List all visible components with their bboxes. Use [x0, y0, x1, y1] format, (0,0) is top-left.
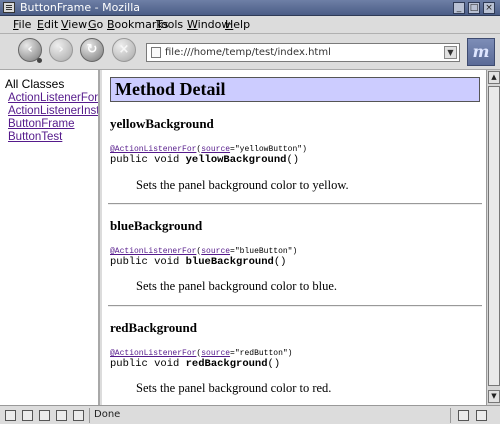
method-name: redBackground: [110, 320, 197, 335]
mozilla-throbber-icon[interactable]: m: [467, 38, 495, 66]
method-name: blueBackground: [110, 218, 203, 233]
class-link[interactable]: ActionListenerInstaller: [8, 105, 98, 117]
navigator-icon[interactable]: [5, 410, 16, 421]
address-book-icon[interactable]: [56, 410, 67, 421]
menu-go-rest: o: [96, 18, 104, 31]
content-frame: Method Detail yellowBackground @ActionLi…: [102, 70, 486, 405]
minimize-icon[interactable]: _: [453, 2, 465, 14]
composer-icon[interactable]: [39, 410, 50, 421]
status-bar: Done: [0, 405, 500, 424]
annotation-value: "blueButton": [234, 247, 293, 256]
annotation-link[interactable]: @ActionListenerFor: [110, 145, 196, 154]
mail-icon[interactable]: [22, 410, 33, 421]
annotation-link[interactable]: @ActionListenerFor: [110, 349, 196, 358]
sig-prefix: public void: [110, 358, 186, 370]
divider: [108, 203, 482, 205]
menu-tools[interactable]: Tools: [156, 18, 183, 31]
paren-close: ): [292, 247, 298, 256]
menu-bar: File Edit View Go Bookmarks Tools Window…: [0, 16, 500, 34]
close-icon[interactable]: ×: [483, 2, 495, 14]
annotation-param-link[interactable]: source: [201, 247, 230, 256]
status-divider: [89, 408, 90, 423]
paren-close: ): [302, 145, 307, 154]
annotation-value: "yellowButton": [234, 145, 303, 154]
divider: [108, 305, 482, 307]
stop-icon[interactable]: ×: [112, 38, 136, 62]
annotation-param-link[interactable]: source: [201, 145, 230, 154]
menu-window[interactable]: Window: [187, 18, 230, 31]
vertical-scrollbar[interactable]: ▲ ▼: [486, 70, 500, 405]
menu-file-rest: ile: [18, 18, 32, 31]
class-link[interactable]: ButtonFrame: [8, 118, 74, 130]
forward-arrow-icon[interactable]: ›: [49, 38, 73, 62]
annotation-line: @ActionListenerFor(source="yellowButton"…: [110, 145, 307, 154]
method-signature: public void redBackground(): [110, 358, 280, 370]
maximize-icon[interactable]: □: [468, 2, 480, 14]
method-description: Sets the panel background color to blue.: [136, 279, 337, 293]
address-bar[interactable]: ▼: [146, 43, 460, 62]
all-classes-heading: All Classes: [5, 77, 65, 91]
menu-edit-rest: dit: [43, 18, 59, 31]
chat-icon[interactable]: [73, 410, 84, 421]
menu-edit[interactable]: Edit: [37, 18, 58, 31]
window-title: ButtonFrame - Mozilla: [20, 1, 140, 14]
annotation-line: @ActionListenerFor(source="redButton"): [110, 349, 292, 358]
method-detail-heading: Method Detail: [110, 77, 480, 102]
scroll-down-icon[interactable]: ▼: [488, 390, 500, 403]
method-description: Sets the panel background color to yello…: [136, 178, 349, 192]
method-signature: public void yellowBackground(): [110, 154, 299, 166]
back-history-dropdown[interactable]: [37, 58, 42, 63]
scroll-up-icon[interactable]: ▲: [488, 71, 500, 84]
status-divider: [450, 408, 451, 423]
sig-name: redBackground: [185, 358, 268, 370]
url-input[interactable]: [165, 45, 435, 60]
method-signature: public void blueBackground(): [110, 256, 286, 268]
window-menu-icon[interactable]: [3, 2, 15, 13]
scroll-thumb[interactable]: [488, 86, 500, 386]
menu-go[interactable]: Go: [88, 18, 103, 31]
sig-prefix: public void: [110, 154, 186, 166]
sig-name: blueBackground: [185, 256, 274, 268]
title-bar: ButtonFrame - Mozilla _ □ ×: [0, 0, 500, 16]
class-list-frame: All Classes ActionListenerFor ActionList…: [0, 70, 100, 405]
menu-tools-rest: ools: [160, 18, 184, 31]
paren-close: ): [287, 349, 293, 358]
sig-suffix: (): [267, 358, 281, 370]
status-text: Done: [94, 409, 121, 420]
menu-help[interactable]: Help: [225, 18, 250, 31]
sig-suffix: (): [286, 154, 300, 166]
page-icon: [151, 47, 161, 58]
method-description: Sets the panel background color to red.: [136, 381, 332, 395]
navigation-toolbar: ‹ › ↻ × ▼ m: [0, 34, 500, 70]
method-name: yellowBackground: [110, 116, 214, 131]
menu-file[interactable]: File: [13, 18, 31, 31]
menu-view-rest: iew: [68, 18, 88, 31]
sig-prefix: public void: [110, 256, 186, 268]
menu-help-rest: elp: [233, 18, 251, 31]
annotation-link[interactable]: @ActionListenerFor: [110, 247, 196, 256]
security-lock-icon[interactable]: [476, 410, 487, 421]
reload-icon[interactable]: ↻: [80, 38, 104, 62]
sig-suffix: (): [273, 256, 287, 268]
connection-icon: [458, 410, 469, 421]
url-dropdown-icon[interactable]: ▼: [444, 46, 457, 59]
sig-name: yellowBackground: [185, 154, 287, 166]
class-link[interactable]: ButtonTest: [8, 131, 62, 143]
menu-view[interactable]: View: [61, 18, 87, 31]
class-link[interactable]: ActionListenerFor: [8, 92, 98, 104]
annotation-line: @ActionListenerFor(source="blueButton"): [110, 247, 297, 256]
annotation-param-link[interactable]: source: [201, 349, 230, 358]
annotation-value: "redButton": [234, 349, 288, 358]
